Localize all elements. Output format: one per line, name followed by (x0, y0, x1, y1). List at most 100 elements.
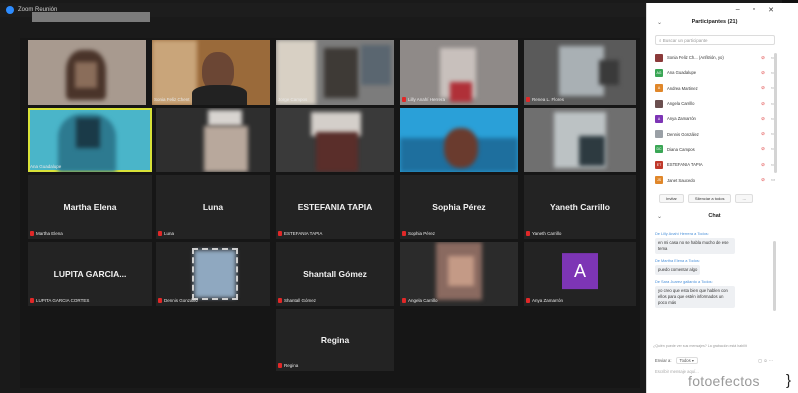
participant-name-label: Angela Carrillo (408, 298, 438, 303)
video-tile-off[interactable]: A Anya Zamarrón (524, 242, 636, 306)
participant-search-input[interactable]: ⌕ Buscar un participante (655, 35, 775, 45)
participant-name-label: Renea L. Flores (532, 97, 565, 102)
participant-avatar: A (562, 253, 598, 290)
chat-message-text: puedo comentar algo (655, 265, 701, 275)
muted-mic-icon (278, 298, 282, 303)
participant-row[interactable]: AGAna Guadalupe⊘▭ (655, 65, 779, 80)
muted-mic-icon (526, 97, 530, 102)
participant-name: Ana Guadalupe (667, 70, 697, 76)
redacted-block (32, 12, 150, 22)
participant-name-label: Shantall Gómez (284, 298, 317, 303)
participant-row[interactable]: JS Janet Saucedo ⊘ ▭ (655, 172, 779, 187)
video-tile-active-speaker[interactable]: Ana Guadalupe (28, 108, 152, 172)
muted-mic-icon (278, 363, 282, 368)
participant-name: ESTEFANIA TAPIA (667, 162, 703, 168)
video-tile[interactable]: Dennis González (156, 242, 270, 306)
video-tile[interactable] (524, 108, 636, 172)
muted-mic-icon (158, 231, 162, 236)
chat-message-sender: De Lilly Anahí Herrera a Todos: (655, 231, 709, 236)
mute-all-button[interactable]: Silenciar a todos (687, 194, 732, 203)
minimize-icon[interactable]: – (736, 6, 740, 14)
participant-name-label: Luna (164, 231, 175, 236)
participant-name: Dennis González (667, 131, 699, 137)
muted-mic-icon (30, 298, 34, 303)
gallery-view: Sonia Feliz Chent Jorge Campos Lilly Ana… (20, 38, 640, 388)
muted-mic-icon: ⊘ (761, 131, 765, 137)
muted-mic-icon (402, 97, 406, 102)
video-tile[interactable]: Renea L. Flores (524, 40, 636, 105)
video-tile[interactable]: Angela Carrillo (400, 242, 518, 306)
send-to-label: Enviar a: (655, 358, 672, 363)
participant-avatar: A (655, 114, 663, 123)
muted-mic-icon: ⊘ (761, 85, 765, 91)
participant-name: Sonia Feliz Ch... (Anfitrión, yo) (667, 55, 724, 61)
video-tile-off[interactable]: Luna Luna (156, 175, 270, 239)
participant-name: Diana Campos (667, 146, 695, 152)
invite-button[interactable]: Invitar (659, 194, 684, 203)
participant-row[interactable]: DCDiana Campos⊘▭ (655, 142, 779, 157)
video-tile[interactable] (276, 108, 394, 172)
participant-name-label: ESTEFANIA TAPIA (284, 231, 323, 236)
participant-name-label: Martha Elena (36, 231, 63, 236)
chat-scrollbar[interactable] (773, 241, 776, 311)
participant-name: Andrea Martinez (667, 85, 698, 91)
participant-row[interactable]: AAndrea Martinez⊘▭ (655, 81, 779, 96)
participant-row[interactable]: Sonia Feliz Ch... (Anfitrión, yo)⊘▭ (655, 50, 779, 65)
video-tile[interactable] (28, 40, 146, 105)
muted-mic-icon: ⊘ (761, 146, 765, 152)
video-tile[interactable]: Lilly Anahí Herrera (400, 40, 518, 105)
send-to-row: Enviar a: Todos ▾ ▢ ☺ ··· (655, 357, 773, 364)
video-tile-off[interactable]: Regina Regina (276, 309, 394, 371)
participant-avatar: A (655, 84, 663, 93)
chat-visibility-note[interactable]: ¿Quién puede ver sus mensajes? La grabac… (653, 344, 747, 348)
chat-tools-icons[interactable]: ▢ ☺ ··· (758, 358, 773, 363)
participants-scrollbar[interactable] (774, 53, 777, 173)
participant-avatar (655, 99, 663, 108)
zoom-logo-icon (6, 6, 14, 14)
participant-row[interactable]: Dennis González⊘▭ (655, 126, 779, 141)
participant-row[interactable]: Angela Carrillo⊘▭ (655, 96, 779, 111)
muted-mic-icon (158, 298, 162, 303)
video-tile-off[interactable]: Martha Elena Martha Elena (28, 175, 152, 239)
video-tile[interactable] (156, 108, 270, 172)
muted-mic-icon (526, 231, 530, 236)
video-tile[interactable]: Jorge Campos (276, 40, 394, 105)
maximize-icon[interactable]: ▫ (753, 6, 755, 14)
participant-actions: Invitar Silenciar a todos ... (659, 194, 753, 203)
muted-mic-icon (402, 298, 406, 303)
participant-avatar: JS (655, 176, 663, 185)
more-options-button[interactable]: ... (735, 194, 753, 203)
chat-messages: De Lilly Anahí Herrera a Todos: en mi cas… (655, 227, 773, 308)
participants-title: Participantes (21) (691, 19, 738, 25)
participant-row[interactable]: AAnya Zamarrón⊘▭ (655, 111, 779, 126)
chat-title: Chat (708, 213, 721, 219)
participant-name-label: Anya Zamarrón (532, 298, 564, 303)
participant-name: Anya Zamarrón (667, 116, 696, 122)
participant-name-label: Yaneth Carrillo (532, 231, 562, 236)
close-icon[interactable]: ✕ (768, 6, 774, 14)
video-tile-off[interactable]: Sophia Pérez Sophia Pérez (400, 175, 518, 239)
muted-mic-icon: ⊘ (761, 161, 765, 167)
participant-display-name: Yaneth Carrillo (550, 202, 610, 212)
video-tile-off[interactable]: Yaneth Carrillo Yaneth Carrillo (524, 175, 636, 239)
participant-display-name: Sophia Pérez (432, 202, 486, 212)
participant-name-label: Jorge Campos (278, 97, 308, 102)
participant-name-label: Ana Guadalupe (30, 164, 62, 169)
video-tile[interactable] (400, 108, 518, 172)
video-tile-off[interactable]: ESTEFANIA TAPIA ESTEFANIA TAPIA (276, 175, 394, 239)
participant-name-label: LUPITA GARCIA CORTES (36, 298, 90, 303)
window-controls: – ▫ ✕ (736, 6, 774, 14)
muted-mic-icon: ⊘ (761, 177, 765, 183)
video-tile[interactable]: Sonia Feliz Chent (152, 40, 270, 105)
participant-name-label: Lilly Anahí Herrera (408, 97, 446, 102)
participant-avatar: ET (655, 160, 663, 169)
participant-display-name: ESTEFANIA TAPIA (297, 202, 373, 212)
muted-mic-icon: ⊘ (761, 115, 765, 121)
muted-mic-icon: ⊘ (761, 54, 765, 60)
send-to-select[interactable]: Todos ▾ (675, 357, 698, 364)
video-tile-off[interactable]: Shantall Gómez Shantall Gómez (276, 242, 394, 306)
participant-row[interactable]: ETESTEFANIA TAPIA⊘▭ (655, 157, 779, 172)
video-tile-off[interactable]: LUPITA GARCIA... LUPITA GARCIA CORTES (28, 242, 152, 306)
participant-avatar (655, 53, 663, 62)
participant-name-label: Sonia Feliz Chent (154, 97, 190, 102)
